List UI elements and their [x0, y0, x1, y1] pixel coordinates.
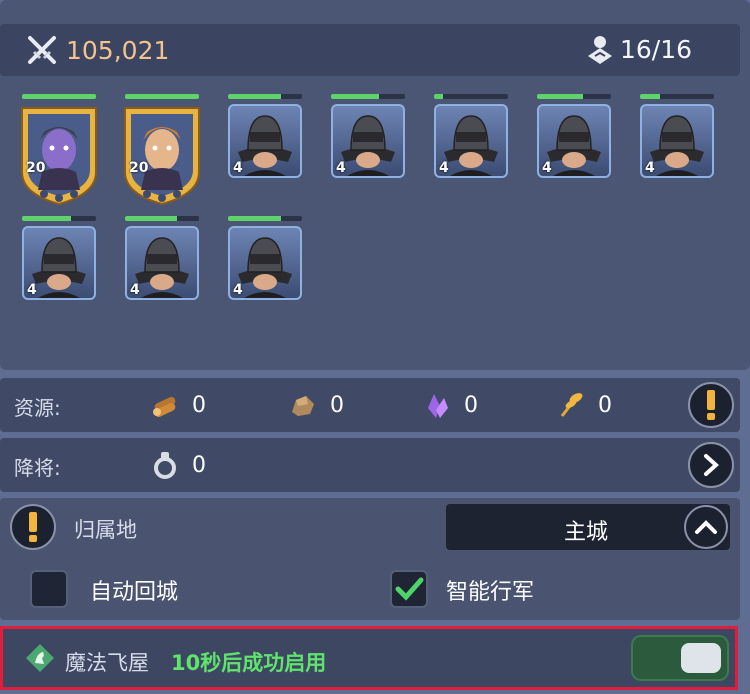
- unit-health-bar: [125, 216, 199, 221]
- unit-health-fill: [537, 94, 583, 99]
- resource-wheat-value: 0: [598, 392, 612, 418]
- unit-card[interactable]: 4: [224, 94, 306, 204]
- stone-icon: [292, 396, 314, 416]
- home-info-button[interactable]: [10, 504, 56, 550]
- smart-march-label: 智能行军: [446, 580, 535, 605]
- unit-health-bar: [640, 94, 714, 99]
- troop-capacity: 16/16: [586, 34, 692, 64]
- troop-capacity-value: 16/16: [619, 34, 692, 64]
- unit-health-bar: [22, 94, 96, 99]
- home-label: 归属地: [74, 518, 137, 542]
- toggle-knob: [681, 643, 721, 673]
- unit-health-fill: [125, 94, 199, 99]
- resource-wood: 0: [150, 390, 206, 420]
- unit-health-bar: [228, 216, 302, 221]
- unit-health-bar: [22, 216, 96, 221]
- unit-card[interactable]: 4: [327, 94, 409, 204]
- unit-health-fill: [228, 94, 282, 99]
- unit-card[interactable]: 4: [121, 216, 203, 326]
- unit-health-bar: [228, 94, 302, 99]
- unit-level: 4: [645, 160, 655, 176]
- resource-wheat: 0: [556, 390, 612, 420]
- unit-level: 4: [130, 282, 140, 298]
- hero-portrait-purple: [21, 107, 97, 206]
- flying-house-toggle[interactable]: [631, 635, 729, 681]
- hero-portrait-aviator: [124, 107, 200, 206]
- resource-crystal-value: 0: [464, 392, 478, 418]
- resources-row: 资源: 0 0 0 0: [0, 378, 740, 432]
- horse-emblem-icon: [26, 644, 54, 672]
- home-select[interactable]: 主城: [446, 504, 730, 550]
- captives-row: 降将: 0: [0, 438, 740, 492]
- troop-capacity-icon: [587, 36, 612, 64]
- unit-health-fill: [22, 94, 96, 99]
- unit-health-fill: [228, 216, 282, 221]
- chevron-up-icon: [695, 520, 717, 534]
- unit-card[interactable]: 4: [224, 216, 306, 326]
- unit-level: 20: [129, 160, 149, 176]
- flying-house-status: 10秒后成功启用: [171, 651, 327, 675]
- crossed-swords-icon: [28, 36, 56, 64]
- resource-wood-value: 0: [192, 392, 206, 418]
- home-select-toggle[interactable]: [684, 505, 728, 549]
- unit-level: 4: [439, 160, 449, 176]
- chevron-right-icon: [704, 454, 719, 476]
- troop-panel: 105,021 16/16 20 20 4 4 4 4 4 4 4 4: [0, 0, 750, 370]
- unit-level: 4: [336, 160, 346, 176]
- exclamation-icon: [29, 512, 37, 542]
- army-summary-bar: 105,021 16/16: [0, 24, 740, 76]
- crystal-icon: [428, 394, 448, 418]
- army-power-value: 105,021: [66, 35, 170, 65]
- captives-label: 降将:: [14, 456, 61, 480]
- unit-card[interactable]: 4: [430, 94, 512, 204]
- check-icon: [395, 577, 424, 601]
- unit-health-bar: [537, 94, 611, 99]
- army-power: 105,021: [26, 34, 169, 66]
- unit-health-fill: [640, 94, 660, 99]
- smart-march-checkbox[interactable]: [390, 570, 428, 608]
- shackle-icon: [154, 452, 176, 479]
- captives-value: 0: [192, 452, 206, 478]
- flying-house-name: 魔法飞屋: [65, 651, 149, 675]
- captives-count: 0: [150, 450, 206, 480]
- auto-return-checkbox[interactable]: [30, 570, 68, 608]
- resource-stone: 0: [288, 390, 344, 420]
- resources-info-button[interactable]: [688, 382, 734, 428]
- unit-health-fill: [22, 216, 71, 221]
- home-selected-value: 主城: [564, 520, 609, 545]
- unit-health-fill: [434, 94, 443, 99]
- unit-health-bar: [331, 94, 405, 99]
- unit-health-fill: [125, 216, 177, 221]
- unit-level: 4: [542, 160, 552, 176]
- resource-stone-value: 0: [330, 392, 344, 418]
- exclamation-icon: [707, 390, 715, 420]
- auto-return-label: 自动回城: [90, 580, 179, 605]
- unit-health-fill: [331, 94, 380, 99]
- unit-health-bar: [434, 94, 508, 99]
- flying-house-bar: 魔法飞屋 10秒后成功启用: [0, 626, 738, 690]
- wood-icon: [153, 397, 176, 417]
- unit-level: 4: [233, 160, 243, 176]
- resources-label: 资源:: [14, 396, 61, 420]
- unit-level: 20: [26, 160, 46, 176]
- unit-card[interactable]: 4: [533, 94, 615, 204]
- unit-health-bar: [125, 94, 199, 99]
- unit-level: 4: [233, 282, 243, 298]
- unit-card[interactable]: 4: [636, 94, 718, 204]
- unit-card[interactable]: 20: [18, 94, 100, 206]
- unit-level: 4: [27, 282, 37, 298]
- wheat-icon: [560, 393, 583, 417]
- resource-crystal: 0: [422, 390, 478, 420]
- unit-card[interactable]: 20: [121, 94, 203, 206]
- unit-card[interactable]: 4: [18, 216, 100, 326]
- captives-expand-button[interactable]: [688, 442, 734, 488]
